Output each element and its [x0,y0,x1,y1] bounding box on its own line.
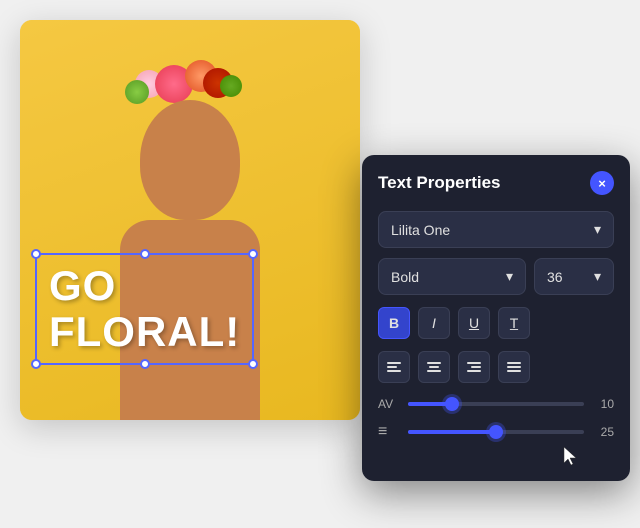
underline-button[interactable]: U [458,307,490,339]
line-height-thumb[interactable] [489,425,503,439]
line-height-label: ≡ [378,423,400,441]
letter-spacing-row: AV 10 [378,397,614,411]
bold-button[interactable]: B [378,307,410,339]
text-selection-box[interactable]: GO FLORAL! [35,253,254,365]
handle-top-right[interactable] [248,249,258,259]
font-family-arrow-icon: ▾ [594,221,601,238]
letter-spacing-track[interactable] [408,402,584,406]
style-size-row: Bold ▾ 36 ▾ [378,258,614,295]
font-style-value: Bold [391,269,419,285]
font-family-dropdown[interactable]: Lilita One ▾ [378,211,614,248]
align-buttons-group [378,351,614,383]
font-size-dropdown[interactable]: 36 ▾ [534,258,614,295]
handle-top-left[interactable] [31,249,41,259]
close-button[interactable]: × [590,171,614,195]
handle-bottom-left[interactable] [31,359,41,369]
letter-spacing-value: 10 [592,397,614,411]
properties-panel: Text Properties × Lilita One ▾ Bold ▾ 36… [362,155,630,481]
panel-header: Text Properties × [378,171,614,195]
format-buttons-group: B I U T̲ [378,307,614,339]
scene: GO FLORAL! Text Properties × Lilita One … [0,0,640,528]
line-height-row: ≡ 25 [378,423,614,441]
align-right-button[interactable] [458,351,490,383]
handle-bottom-mid[interactable] [140,359,150,369]
align-center-button[interactable] [418,351,450,383]
font-size-arrow-icon: ▾ [594,268,601,285]
letter-spacing-label: AV [378,397,400,411]
canvas-area: GO FLORAL! [20,20,360,420]
flower-green-left [125,80,149,104]
italic-button[interactable]: I [418,307,450,339]
align-justify-button[interactable] [498,351,530,383]
strikethrough-button[interactable]: T̲ [498,307,530,339]
panel-title: Text Properties [378,173,501,193]
font-style-dropdown[interactable]: Bold ▾ [378,258,526,295]
handle-top-mid[interactable] [140,249,150,259]
flower-green-right [220,75,242,97]
font-style-arrow-icon: ▾ [506,268,513,285]
cursor-area [378,445,614,465]
align-left-button[interactable] [378,351,410,383]
font-family-value: Lilita One [391,222,450,238]
line-height-fill [408,430,496,434]
canvas-background: GO FLORAL! [20,20,360,420]
font-size-value: 36 [547,269,563,285]
line-height-track[interactable] [408,430,584,434]
cursor-icon [560,445,580,469]
line-height-value: 25 [592,425,614,439]
head [140,100,240,220]
letter-spacing-thumb[interactable] [445,397,459,411]
canvas-text: GO FLORAL! [49,263,240,355]
